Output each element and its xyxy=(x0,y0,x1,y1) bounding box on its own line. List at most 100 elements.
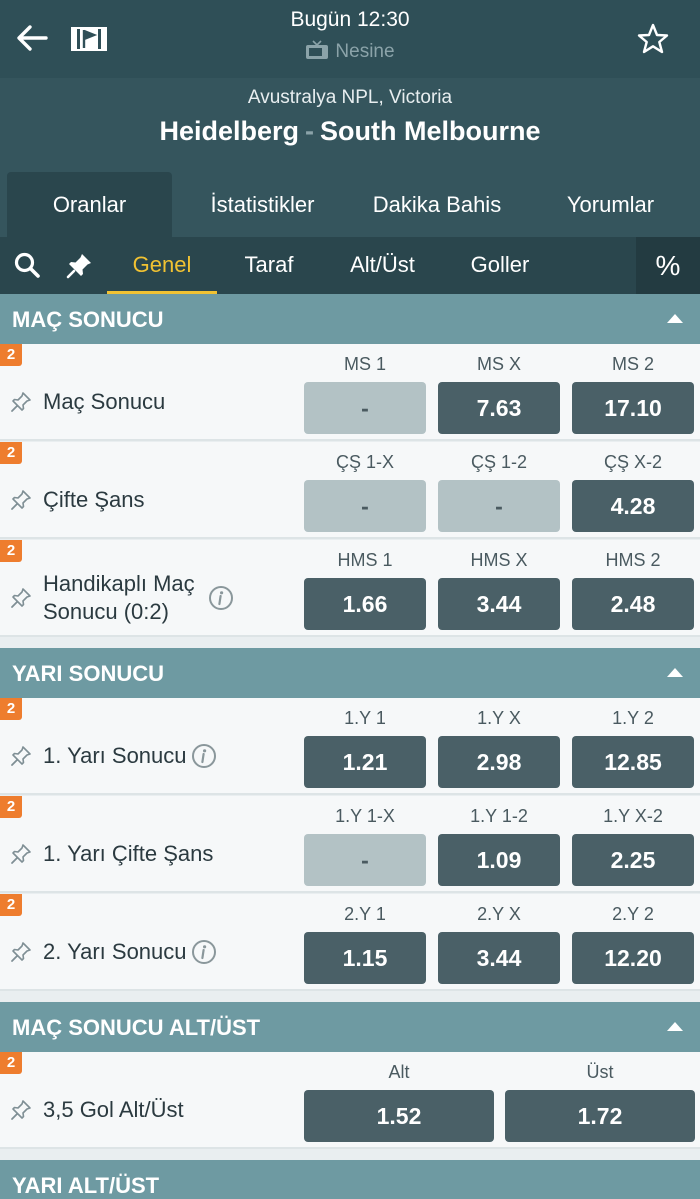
info-icon[interactable] xyxy=(191,939,217,965)
pin-outline-icon[interactable] xyxy=(10,587,32,609)
outcome-label: 1.Y 1-X xyxy=(335,806,395,826)
market-badge: 2 xyxy=(0,442,22,464)
broadcast-channel: Nesine xyxy=(0,40,700,63)
odd-button[interactable]: 3.44 xyxy=(438,578,560,630)
odd-button[interactable]: 1.15 xyxy=(304,932,426,984)
odd-button: - xyxy=(304,480,426,532)
section-title: YARI SONUCU xyxy=(12,661,164,686)
main-tabs: Oranlar İstatistikler Dakika Bahis Yorum… xyxy=(0,172,700,237)
outcome-label: 1.Y 2 xyxy=(612,708,654,728)
match-time: Bugün 12:30 xyxy=(290,8,410,31)
outcome-label: Alt xyxy=(388,1062,410,1082)
pin-outline-icon[interactable] xyxy=(10,843,32,865)
pin-icon[interactable] xyxy=(66,251,94,279)
odd-button[interactable]: 12.20 xyxy=(572,932,694,984)
odd-button[interactable]: 1.52 xyxy=(304,1090,494,1142)
section-gap xyxy=(0,638,700,648)
league-name: Avustralya NPL, Victoria xyxy=(247,87,453,108)
teams: Heidelberg - South Melbourne xyxy=(0,116,700,147)
sub-tabs: Genel Taraf Alt/Üst Goller % xyxy=(0,237,700,294)
market-name: Maç Sonucu xyxy=(43,389,166,414)
subtab-genel[interactable]: Genel xyxy=(107,237,217,294)
tab-dakika-bahis[interactable]: Dakika Bahis xyxy=(352,172,522,237)
outcome-label: 1.Y 1 xyxy=(344,708,386,728)
section-title: YARI ALT/ÜST xyxy=(12,1173,160,1198)
outcome-label: Üst xyxy=(586,1062,614,1082)
market-badge: 2 xyxy=(0,796,22,818)
market-row-handikapli-mac-sonucu: 2 Handikaplı Maç Sonucu (0:2) HMS 1 HMS … xyxy=(0,540,700,637)
section-title: MAÇ SONUCU xyxy=(12,307,164,332)
section-header-mac-sonucu[interactable]: MAÇ SONUCU xyxy=(0,294,700,344)
subtab-alt-ust[interactable]: Alt/Üst xyxy=(330,237,435,294)
market-name: Handikaplı Maç Sonucu (0:2) xyxy=(43,570,195,626)
channel-name: Nesine xyxy=(335,41,395,62)
outcome-label: 1.Y X-2 xyxy=(603,806,663,826)
outcome-label: ÇŞ 1-X xyxy=(335,452,395,472)
pin-outline-icon[interactable] xyxy=(10,941,32,963)
outcome-label: 2.Y X xyxy=(477,904,521,924)
odd-button[interactable]: 3.44 xyxy=(438,932,560,984)
odd-button[interactable]: 1.66 xyxy=(304,578,426,630)
odd-button[interactable]: 1.21 xyxy=(304,736,426,788)
section-header-yari-alt-ust[interactable]: YARI ALT/ÜST xyxy=(0,1160,700,1199)
odd-button: - xyxy=(304,834,426,886)
favorite-star-icon[interactable] xyxy=(636,22,670,56)
market-row-cifte-sans: 2 Çifte Şans ÇŞ 1-X ÇŞ 1-2 ÇŞ X-2 - - 4.… xyxy=(0,442,700,539)
pin-outline-icon[interactable] xyxy=(10,745,32,767)
market-name: 3,5 Gol Alt/Üst xyxy=(43,1097,184,1122)
odd-button[interactable]: 1.72 xyxy=(505,1090,695,1142)
odd-button[interactable]: 7.63 xyxy=(438,382,560,434)
top-bar: Bugün 12:30 Nesine xyxy=(0,0,700,78)
odd-button[interactable]: 1.09 xyxy=(438,834,560,886)
pin-outline-icon[interactable] xyxy=(10,1099,32,1121)
section-header-yari-sonucu[interactable]: YARI SONUCU xyxy=(0,648,700,698)
market-name: 1. Yarı Sonucu xyxy=(43,743,187,768)
chevron-up-icon[interactable] xyxy=(666,1020,684,1032)
pin-outline-icon[interactable] xyxy=(10,489,32,511)
outcome-label: 1.Y X xyxy=(477,708,521,728)
tab-yorumlar[interactable]: Yorumlar xyxy=(528,172,693,237)
outcome-label: HMS X xyxy=(470,550,528,570)
market-name-line2: Sonucu (0:2) xyxy=(43,599,169,624)
outcome-label: HMS 1 xyxy=(337,550,393,570)
odd-button: - xyxy=(438,480,560,532)
market-name-line1: Handikaplı Maç xyxy=(43,571,195,596)
odd-button[interactable]: 17.10 xyxy=(572,382,694,434)
market-row-2-yari-sonucu: 2 2. Yarı Sonucu 2.Y 1 2.Y X 2.Y 2 1.15 … xyxy=(0,894,700,991)
outcome-label: MS 2 xyxy=(611,354,654,374)
outcome-label: ÇŞ X-2 xyxy=(603,452,663,472)
market-badge: 2 xyxy=(0,894,22,916)
odd-button[interactable]: 2.48 xyxy=(572,578,694,630)
info-icon[interactable] xyxy=(208,585,234,611)
tv-icon xyxy=(306,40,329,59)
subtab-goller[interactable]: Goller xyxy=(452,237,548,294)
outcome-label: ÇŞ 1-2 xyxy=(470,452,528,472)
outcome-label: 1.Y 1-2 xyxy=(470,806,528,826)
outcome-label: HMS 2 xyxy=(605,550,661,570)
search-icon[interactable] xyxy=(13,251,41,279)
tab-oranlar[interactable]: Oranlar xyxy=(7,172,172,237)
market-badge: 2 xyxy=(0,1052,22,1074)
market-row-mac-sonucu: 2 Maç Sonucu MS 1 MS X MS 2 - 7.63 17.10 xyxy=(0,344,700,441)
odd-button[interactable]: 4.28 xyxy=(572,480,694,532)
odd-button[interactable]: 12.85 xyxy=(572,736,694,788)
outcome-label: 2.Y 1 xyxy=(344,904,386,924)
pin-outline-icon[interactable] xyxy=(10,391,32,413)
subtab-taraf[interactable]: Taraf xyxy=(222,237,316,294)
section-title: MAÇ SONUCU ALT/ÜST xyxy=(12,1015,261,1040)
odd-button[interactable]: 2.25 xyxy=(572,834,694,886)
odd-button[interactable]: 2.98 xyxy=(438,736,560,788)
market-row-1-yari-cifte-sans: 2 1. Yarı Çifte Şans 1.Y 1-X 1.Y 1-2 1.Y… xyxy=(0,796,700,893)
match-info: Avustralya NPL, Victoria Heidelberg - Sout… xyxy=(0,78,700,172)
market-row-1-yari-sonucu: 2 1. Yarı Sonucu 1.Y 1 1.Y X 1.Y 2 1.21 … xyxy=(0,698,700,795)
percent-button[interactable]: % xyxy=(636,237,700,294)
tab-istatistikler[interactable]: İstatistikler xyxy=(180,172,345,237)
market-badge: 2 xyxy=(0,698,22,720)
section-header-mac-sonucu-alt-ust[interactable]: MAÇ SONUCU ALT/ÜST xyxy=(0,1002,700,1052)
info-icon[interactable] xyxy=(191,743,217,769)
market-name: Çifte Şans xyxy=(43,487,145,512)
away-team: South Melbourne xyxy=(320,116,541,146)
chevron-up-icon[interactable] xyxy=(666,666,684,678)
team-separator: - xyxy=(305,116,315,146)
chevron-up-icon[interactable] xyxy=(666,312,684,324)
